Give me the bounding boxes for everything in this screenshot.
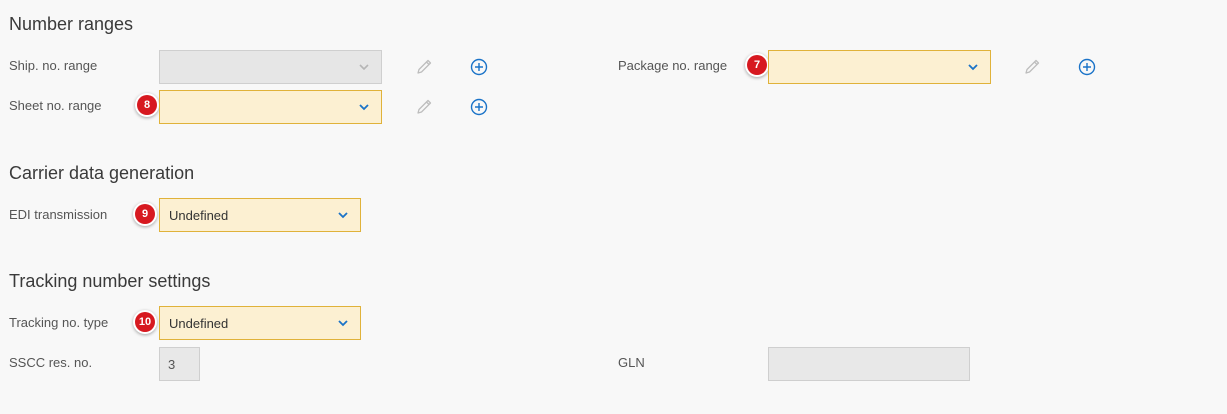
package-no-range-label: Package no. range: [618, 58, 728, 73]
edi-transmission-select[interactable]: Undefined: [159, 198, 361, 232]
pencil-icon[interactable]: [414, 57, 434, 77]
sscc-res-no-label: SSCC res. no.: [9, 355, 93, 370]
edi-transmission-label: EDI transmission: [9, 207, 108, 222]
section-title-number-ranges: Number ranges: [9, 14, 134, 34]
gln-field[interactable]: [768, 347, 970, 381]
plus-circle-icon[interactable]: [469, 97, 489, 117]
sheet-no-range-select[interactable]: [159, 90, 382, 124]
chevron-down-icon: [359, 64, 369, 71]
pencil-icon[interactable]: [1022, 57, 1042, 77]
sheet-no-range-label: Sheet no. range: [9, 98, 102, 113]
edi-transmission-value: Undefined: [169, 207, 229, 223]
callout-badge-10: 10: [135, 312, 155, 332]
chevron-down-icon: [338, 212, 348, 219]
callout-badge-7: 7: [747, 55, 767, 75]
package-no-range-select[interactable]: [768, 50, 991, 84]
tracking-no-type-value: Undefined: [169, 315, 229, 331]
sscc-res-no-value: 3: [168, 356, 176, 372]
callout-badge-9: 9: [135, 204, 155, 224]
gln-label: GLN: [618, 355, 645, 370]
pencil-icon[interactable]: [414, 97, 434, 117]
tracking-no-type-label: Tracking no. type: [9, 315, 109, 330]
section-title-carrier-data: Carrier data generation: [9, 163, 195, 183]
plus-circle-icon[interactable]: [469, 57, 489, 77]
chevron-down-icon: [359, 104, 369, 111]
ship-no-range-select[interactable]: [159, 50, 382, 84]
ship-no-range-label: Ship. no. range: [9, 58, 98, 73]
section-title-tracking-settings: Tracking number settings: [9, 271, 211, 291]
chevron-down-icon: [968, 64, 978, 71]
plus-circle-icon[interactable]: [1077, 57, 1097, 77]
sscc-res-no-field[interactable]: 3: [159, 347, 200, 381]
callout-badge-8: 8: [137, 95, 157, 115]
tracking-no-type-select[interactable]: Undefined: [159, 306, 361, 340]
chevron-down-icon: [338, 320, 348, 327]
